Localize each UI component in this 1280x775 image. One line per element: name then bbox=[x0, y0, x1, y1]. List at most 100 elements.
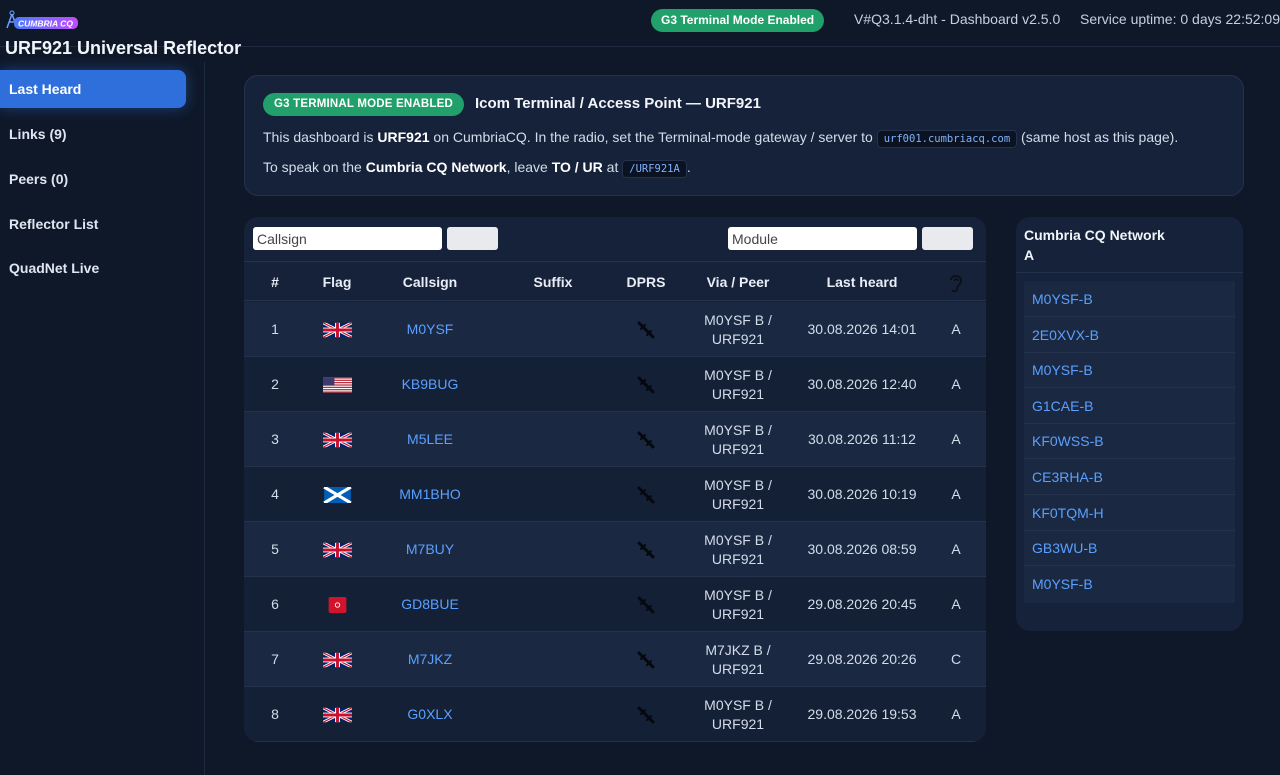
row-dprs[interactable] bbox=[614, 412, 678, 467]
ur-route-code: /URF921A bbox=[622, 160, 687, 178]
row-module: A bbox=[951, 486, 961, 502]
row-dprs[interactable] bbox=[614, 467, 678, 522]
logo-text: CUMBRIA CQ bbox=[18, 19, 73, 29]
row-flag bbox=[306, 522, 368, 577]
network-station-link[interactable]: KF0WSS-B bbox=[1024, 423, 1235, 460]
sidebar-item-peers[interactable]: Peers (0) bbox=[0, 160, 186, 198]
row-dprs[interactable] bbox=[614, 687, 678, 742]
info-line-server: This dashboard is URF921 on CumbriaCQ. I… bbox=[263, 129, 1178, 148]
row-last-heard: 29.08.2026 20:26 bbox=[807, 651, 917, 667]
network-card-header: Cumbria CQ Network A bbox=[1016, 217, 1243, 273]
row-dprs[interactable] bbox=[614, 577, 678, 632]
row-dprs[interactable] bbox=[614, 357, 678, 412]
network-name: Cumbria CQ Network bbox=[365, 159, 507, 175]
terminal-info-card: G3 TERMINAL MODE ENABLED Icom Terminal /… bbox=[244, 75, 1244, 196]
dprs-icon bbox=[637, 706, 655, 723]
module-filter-button[interactable] bbox=[922, 227, 973, 250]
module-filter-input[interactable] bbox=[728, 227, 917, 250]
sidebar-item-links[interactable]: Links (9) bbox=[0, 115, 186, 153]
row-module: A bbox=[951, 706, 961, 722]
network-station-link[interactable]: KF0TQM-H bbox=[1024, 495, 1235, 531]
reflector-name: URF921 bbox=[377, 129, 430, 145]
dprs-icon bbox=[637, 321, 655, 338]
network-module-letter: A bbox=[1024, 247, 1035, 263]
via-peer-line2: URF921 bbox=[711, 330, 765, 347]
row-module: A bbox=[951, 376, 961, 392]
info-line-routing: To speak on the Cumbria CQ Network, leav… bbox=[263, 159, 691, 178]
row-number: 8 bbox=[271, 706, 279, 722]
network-station-link[interactable]: GB3WU-B bbox=[1024, 530, 1235, 567]
callsign-filter-input[interactable] bbox=[253, 227, 442, 250]
row-callsign-link[interactable]: G0XLX bbox=[368, 687, 492, 742]
row-module: A bbox=[951, 321, 961, 337]
col-callsign: Callsign bbox=[402, 274, 458, 290]
table-row: 5 M7BUY M0YSF B / URF921 30.08.2026 08:59 A bbox=[244, 522, 986, 577]
gb-flag-icon bbox=[322, 707, 352, 722]
row-suffix bbox=[492, 412, 614, 467]
row-dprs[interactable] bbox=[614, 522, 678, 577]
row-number: 5 bbox=[271, 541, 279, 557]
row-module: C bbox=[950, 651, 962, 667]
row-via-peer: M0YSF B / URF921 bbox=[678, 577, 798, 632]
row-callsign-link[interactable]: KB9BUG bbox=[368, 357, 492, 412]
dprs-icon bbox=[637, 596, 655, 613]
via-peer-line2: URF921 bbox=[711, 715, 765, 732]
sidebar: Last Heard Links (9) Peers (0) Reflector… bbox=[0, 62, 205, 775]
row-flag bbox=[306, 357, 368, 412]
service-uptime: Service uptime: 0 days 22:52:09 bbox=[1080, 11, 1280, 27]
row-flag bbox=[306, 687, 368, 742]
row-last-heard: 30.08.2026 14:01 bbox=[807, 321, 917, 337]
sidebar-item-quadnet-live[interactable]: QuadNet Live bbox=[0, 249, 186, 287]
row-callsign-link[interactable]: M7JKZ bbox=[368, 632, 492, 687]
version-text: V#Q3.1.4-dht - Dashboard v2.5.0 bbox=[854, 11, 1061, 27]
table-row: 8 G0XLX M0YSF B / URF921 29.08.2026 19:53 A bbox=[244, 687, 986, 742]
row-callsign-link[interactable]: GD8BUE bbox=[368, 577, 492, 632]
network-station-link[interactable]: M0YSF-B bbox=[1024, 566, 1235, 602]
via-peer-line1: M7JKZ B / bbox=[705, 641, 771, 658]
row-last-heard: 30.08.2026 11:12 bbox=[808, 431, 916, 447]
us-flag-icon bbox=[322, 376, 352, 393]
network-station-link[interactable]: 2E0XVX-B bbox=[1024, 317, 1235, 353]
row-callsign-link[interactable]: M5LEE bbox=[368, 412, 492, 467]
row-last-heard: 30.08.2026 10:19 bbox=[807, 486, 917, 502]
row-number: 7 bbox=[271, 651, 279, 667]
row-callsign-link[interactable]: MM1BHO bbox=[368, 467, 492, 522]
row-callsign-link[interactable]: M0YSF bbox=[368, 302, 492, 357]
network-station-link[interactable]: M0YSF-B bbox=[1024, 281, 1235, 317]
col-module bbox=[926, 262, 986, 302]
sidebar-item-last-heard[interactable]: Last Heard bbox=[0, 70, 186, 108]
server-host-code: urf001.cumbriacq.com bbox=[876, 130, 1018, 148]
network-station-link[interactable]: M0YSF-B bbox=[1024, 352, 1235, 389]
row-dprs[interactable] bbox=[614, 302, 678, 357]
row-last-heard: 29.08.2026 19:53 bbox=[807, 706, 917, 722]
row-number: 1 bbox=[271, 321, 279, 337]
dprs-icon bbox=[637, 431, 655, 448]
callsign-filter-button[interactable] bbox=[447, 227, 498, 250]
terminal-mode-badge: G3 Terminal Mode Enabled bbox=[651, 9, 825, 32]
network-station-link[interactable]: CE3RHA-B bbox=[1024, 459, 1235, 495]
row-dprs[interactable] bbox=[614, 632, 678, 687]
row-flag bbox=[306, 632, 368, 687]
row-number: 3 bbox=[271, 431, 279, 447]
network-station-link[interactable]: G1CAE-B bbox=[1024, 388, 1235, 424]
row-callsign-link[interactable]: M7BUY bbox=[368, 522, 492, 577]
table-row: 3 M5LEE M0YSF B / URF921 30.08.2026 11:12 A bbox=[244, 412, 986, 467]
table-row: 6 GD8BUE M0YSF B / URF921 29.08.2026 20:45 A bbox=[244, 577, 986, 632]
row-suffix bbox=[492, 577, 614, 632]
row-via-peer: M0YSF B / URF921 bbox=[678, 467, 798, 522]
row-via-peer: M0YSF B / URF921 bbox=[678, 357, 798, 412]
row-via-peer: M0YSF B / URF921 bbox=[678, 522, 798, 577]
via-peer-line2: URF921 bbox=[711, 440, 765, 457]
sidebar-item-reflector-list[interactable]: Reflector List bbox=[0, 205, 186, 243]
dprs-icon bbox=[637, 651, 655, 668]
table-row: 2 KB9BUG M0YSF B / URF921 30.08.2026 12:40 A bbox=[244, 357, 986, 412]
cumbriacq-logo[interactable]: CUMBRIA CQ bbox=[4, 8, 82, 34]
row-flag bbox=[306, 302, 368, 357]
table-row: 4 MM1BHO M0YSF B / URF921 30.08.2026 10:19 A bbox=[244, 467, 986, 522]
network-module-card: Cumbria CQ Network A M0YSF-B 2E0XVX-B M0YS… bbox=[1016, 217, 1243, 631]
row-last-heard: 30.08.2026 08:59 bbox=[807, 541, 917, 557]
via-peer-line2: URF921 bbox=[711, 550, 765, 567]
site-title: URF921 Universal Reflector bbox=[5, 38, 242, 58]
row-number: 6 bbox=[271, 596, 279, 612]
row-flag bbox=[306, 467, 368, 522]
